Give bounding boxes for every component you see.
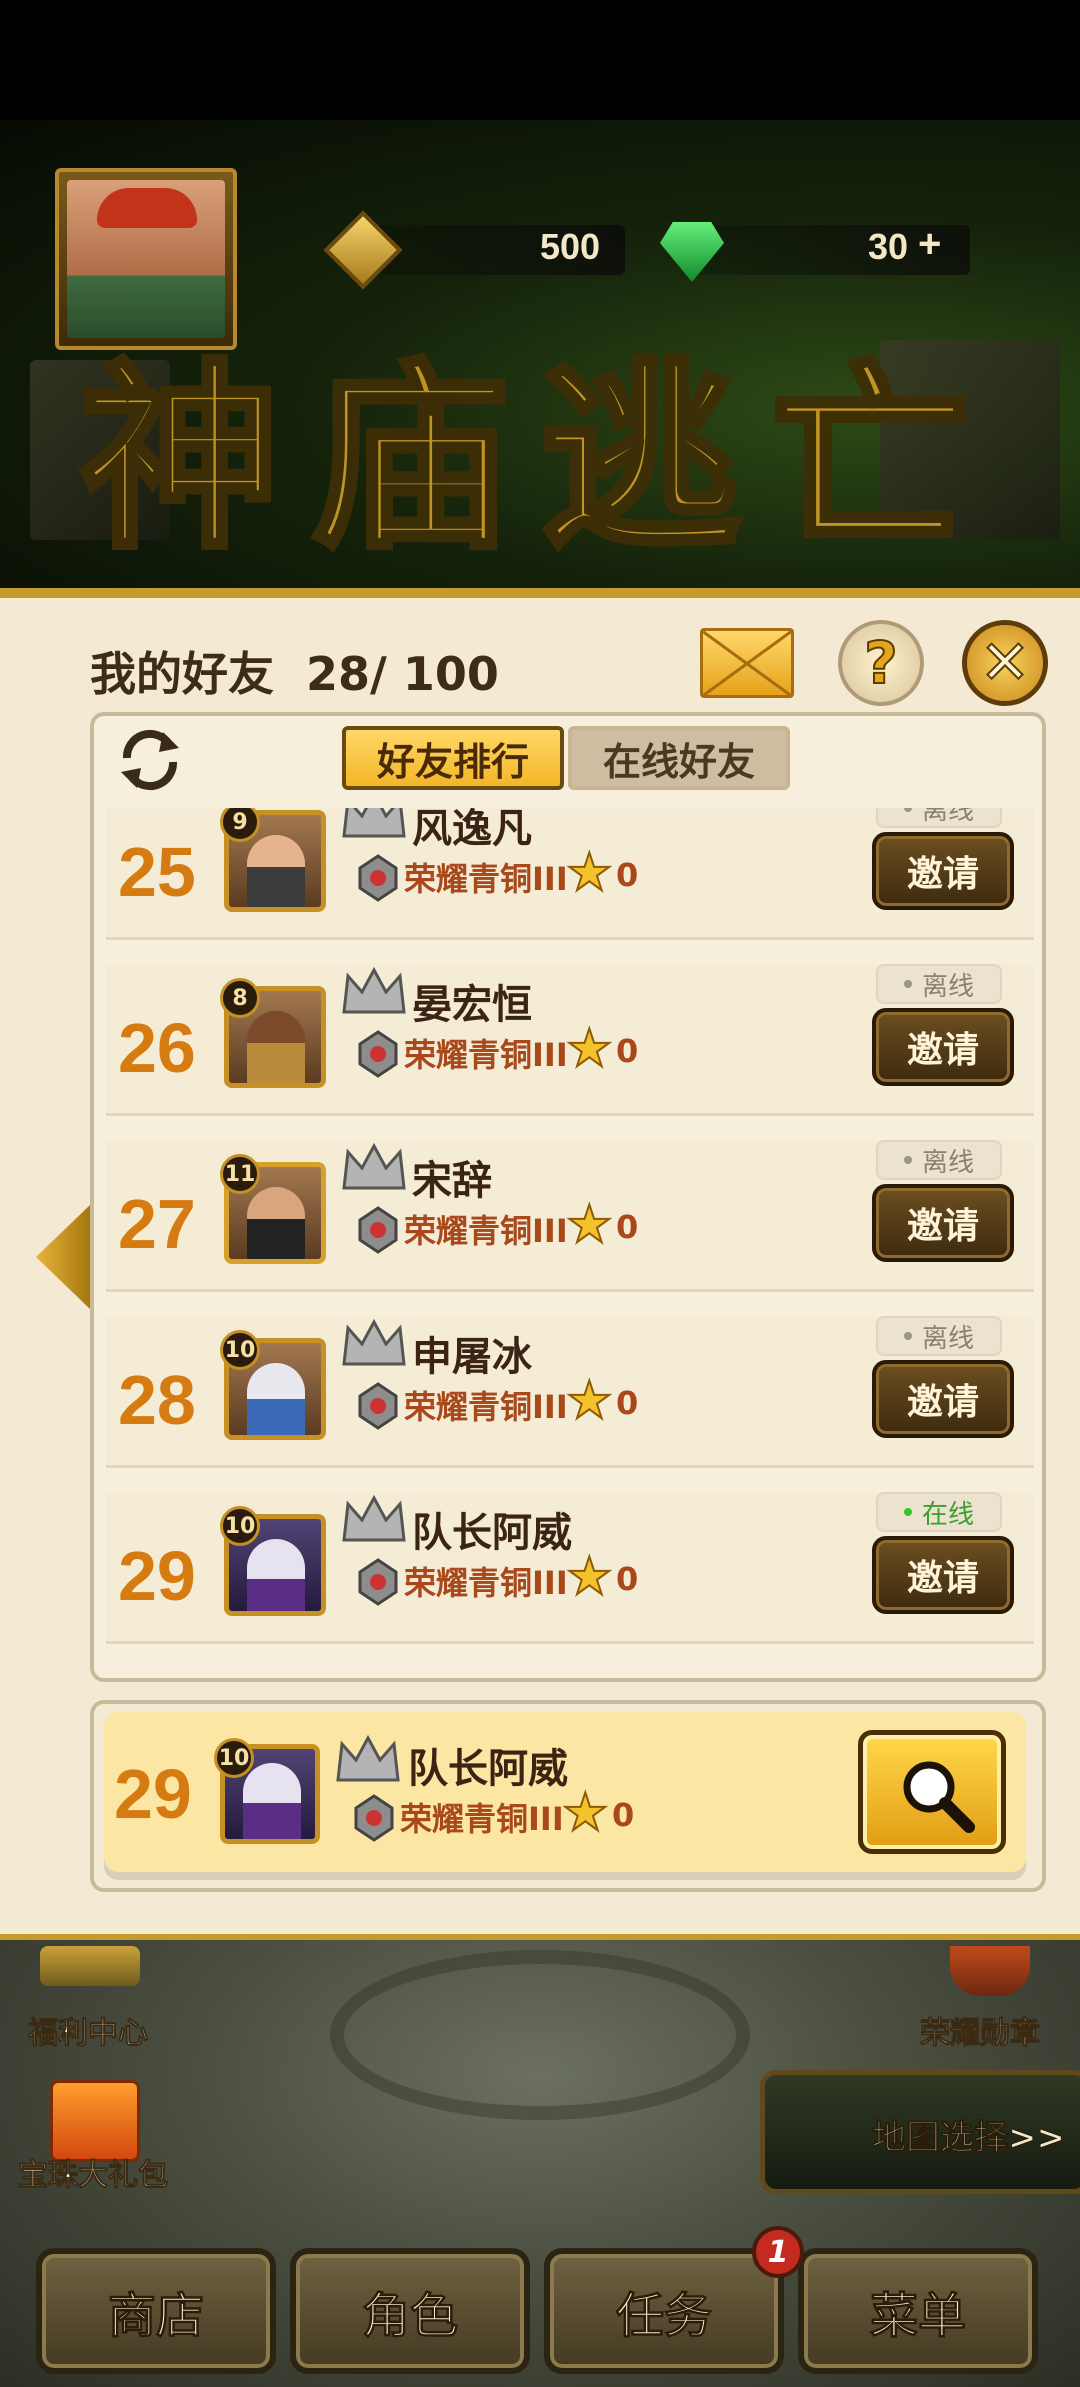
friend-tier: 荣耀青铜III [404,860,568,898]
invite-button[interactable]: 邀请 [872,1184,1014,1262]
close-button[interactable]: ✕ [962,620,1048,706]
star-count: 0 [616,1560,639,1598]
star-icon: ★ [561,1783,610,1843]
player-avatar[interactable] [55,168,237,350]
friend-name: 申屠冰 [412,1334,532,1380]
star-count: 0 [616,856,639,894]
nav-shop[interactable]: 商店 [36,2248,276,2374]
crown-icon [342,1318,406,1366]
welfare-center-label[interactable]: 福利中心 [28,2008,149,2052]
level-badge: 11 [220,1154,260,1194]
rank-medal-icon [358,854,398,902]
status-badge: 离线 [876,964,1002,1004]
rank-medal-icon [358,1382,398,1430]
star-count: 0 [616,1208,639,1246]
map-select-label[interactable]: 地图选择>> [872,2110,1066,2159]
crown-icon [342,808,406,838]
search-icon [903,1761,975,1833]
close-icon: ✕ [979,627,1031,699]
gold-value: 500 [540,226,601,267]
star-count: 0 [616,1032,639,1070]
nav-menu[interactable]: 菜单 [798,2248,1038,2374]
friend-name: 队长阿威 [412,1510,572,1556]
friend-row: 25 9 风逸凡 荣耀青铜III ★ 0 离线 邀请 [106,808,1034,940]
friend-rank: 25 [118,833,196,911]
status-badge: 离线 [876,1316,1002,1356]
rank-medal-icon [358,1558,398,1606]
mail-button[interactable] [700,628,794,698]
my-level-badge: 10 [214,1738,254,1778]
task-notification-badge: 1 [752,2226,804,2278]
friend-row: 28 10 申屠冰 荣耀青铜III ★ 0 离线 邀请 [106,1316,1034,1468]
friend-rank: 27 [118,1185,196,1263]
gem-value: 30 [868,226,909,267]
crown-icon [342,1142,406,1190]
nav-tasks[interactable]: 任务 [544,2248,784,2374]
envelope-icon [703,631,791,695]
friend-tier: 荣耀青铜III [404,1036,568,1074]
honor-medal-icon[interactable] [950,1946,1030,1996]
nav-character[interactable]: 角色 [290,2248,530,2374]
rank-medal-icon [358,1206,398,1254]
invite-button[interactable]: 邀请 [872,1536,1014,1614]
invite-button[interactable]: 邀请 [872,1008,1014,1086]
dialog-title-text: 我的好友 [90,647,274,701]
star-icon: ★ [565,843,614,903]
status-badge: 离线 [876,808,1002,828]
dialog-title: 我的好友 28/ 100 [90,638,499,704]
search-button[interactable] [858,1730,1006,1854]
question-icon: ? [863,628,899,698]
invite-button[interactable]: 邀请 [872,1360,1014,1438]
friend-tier: 荣耀青铜III [404,1564,568,1602]
status-area [0,0,1080,120]
add-gems-icon[interactable]: + [918,222,941,267]
star-icon: ★ [565,1195,614,1255]
friend-name: 宋辞 [412,1158,492,1204]
friend-name: 晏宏恒 [412,982,532,1028]
crown-icon [336,1734,400,1782]
friend-row: 26 8 晏宏恒 荣耀青铜III ★ 0 离线 邀请 [106,964,1034,1116]
star-count: 0 [616,1384,639,1422]
my-tier: 荣耀青铜III [400,1800,564,1838]
refresh-icon[interactable] [113,722,187,796]
crown-icon [342,1494,406,1542]
rank-medal-icon [358,1030,398,1078]
my-star-count: 0 [612,1796,635,1834]
friend-tier: 荣耀青铜III [404,1388,568,1426]
star-icon: ★ [565,1371,614,1431]
friend-row: 29 10 队长阿威 荣耀青铜III ★ 0 在线 邀请 [106,1492,1034,1644]
status-badge: 离线 [876,1140,1002,1180]
invite-button[interactable]: 邀请 [872,832,1014,910]
help-button[interactable]: ? [838,620,924,706]
level-badge: 10 [220,1506,260,1546]
friend-row: 27 11 宋辞 荣耀青铜III ★ 0 离线 邀请 [106,1140,1034,1292]
honor-medal-label[interactable]: 荣耀勋章 [920,2008,1041,2052]
star-icon: ★ [565,1547,614,1607]
friend-rows: 25 9 风逸凡 荣耀青铜III ★ 0 离线 邀请 26 8 晏宏恒 荣耀青铜… [106,808,1034,1650]
friend-count: 28/ 100 [306,647,499,701]
star-icon: ★ [565,1019,614,1079]
level-badge: 10 [220,1330,260,1370]
friend-rank: 29 [118,1537,196,1615]
welfare-chest-icon[interactable] [40,1946,140,1986]
tab-online-friends[interactable]: 在线好友 [568,726,790,790]
level-badge: 8 [220,978,260,1018]
friend-rank: 26 [118,1009,196,1087]
rank-medal-icon [354,1794,394,1842]
crown-icon [342,966,406,1014]
my-rank: 29 [114,1755,192,1833]
my-name: 队长阿威 [408,1746,568,1792]
game-logo: 神庙逃亡 [77,343,1000,576]
friend-name: 风逸凡 [412,808,532,852]
tab-friend-ranking[interactable]: 好友排行 [342,726,564,790]
gift-pack-label[interactable]: 宝珠大礼包 [18,2150,169,2194]
status-badge: 在线 [876,1492,1002,1532]
friend-rank: 28 [118,1361,196,1439]
friend-tier: 荣耀青铜III [404,1212,568,1250]
